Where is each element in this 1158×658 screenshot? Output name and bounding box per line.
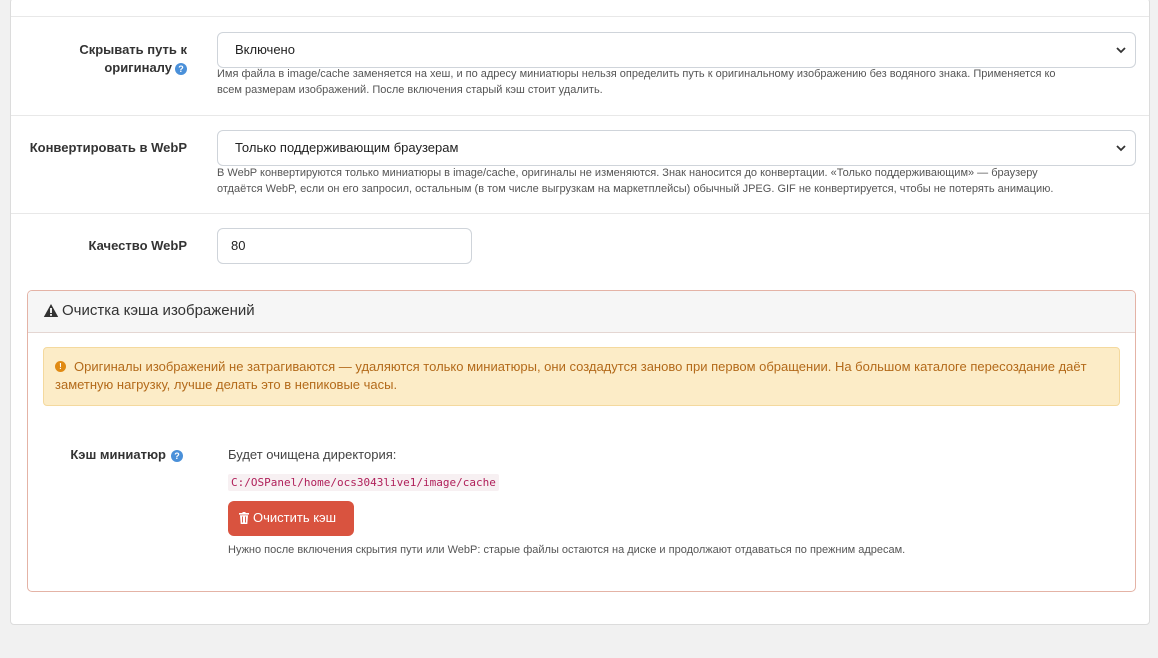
panel-header: Очистка кэша изображений — [28, 291, 1135, 333]
quality-input[interactable]: 80 — [217, 228, 472, 264]
thumb-cache-label: Кэш миниатюр? — [28, 446, 183, 464]
webp-help-line1: В WebP конвертируются только миниатюры в… — [217, 167, 1038, 179]
clear-cache-button-label: Очистить кэш — [253, 510, 337, 525]
quality-label: Качество WebP — [88, 238, 187, 253]
chevron-down-icon — [1116, 145, 1126, 152]
question-circle-icon[interactable]: ? — [171, 450, 183, 462]
hide-path-select[interactable]: Включено — [217, 32, 1136, 68]
divider — [11, 115, 1149, 116]
directory-label: Будет очищена директория: — [228, 447, 397, 462]
question-circle-icon[interactable]: ? — [175, 63, 187, 75]
webp-label: Конвертировать в WebP — [29, 140, 187, 155]
webp-help-line2: отдаётся WebP, если он его запросил, ост… — [217, 183, 1054, 195]
hide-path-help: Имя файла в image/cache заменяется на хе… — [217, 66, 1147, 98]
info-alert: ! Оригиналы изображений не затрагиваются… — [43, 347, 1120, 406]
chevron-down-icon — [1116, 47, 1126, 54]
warning-triangle-icon — [43, 304, 59, 317]
hide-path-select-value: Включено — [235, 42, 295, 57]
divider — [11, 213, 1149, 214]
settings-card: Скрывать путь к оригиналу? Включено Имя … — [10, 0, 1150, 625]
cache-note: Нужно после включения скрытия пути или W… — [228, 544, 906, 556]
webp-select-value: Только поддерживающим браузерам — [235, 140, 459, 155]
hide-path-label-line2: оригиналу? — [27, 59, 187, 77]
divider — [11, 16, 1149, 17]
trash-icon — [239, 512, 249, 524]
webp-help: В WebP конвертируются только миниатюры в… — [217, 165, 1147, 197]
directory-path: C:/OSPanel/home/ocs3043live1/image/cache — [228, 474, 499, 491]
hide-path-help-line1: Имя файла в image/cache заменяется на хе… — [217, 68, 1056, 80]
quality-input-value: 80 — [231, 238, 246, 253]
clear-cache-button[interactable]: Очистить кэш — [228, 501, 354, 536]
panel-title: Очистка кэша изображений — [62, 302, 255, 319]
alert-text: Оригиналы изображений не затрагиваются —… — [55, 359, 1087, 392]
cache-panel: Очистка кэша изображений ! Оригиналы изо… — [27, 290, 1136, 592]
webp-select[interactable]: Только поддерживающим браузерам — [217, 130, 1136, 166]
hide-path-help-line2: всем размерам изображений. После включен… — [217, 84, 603, 96]
hide-path-label-line1: Скрывать путь к — [79, 42, 187, 57]
hide-path-label: Скрывать путь к оригиналу? — [27, 41, 187, 77]
